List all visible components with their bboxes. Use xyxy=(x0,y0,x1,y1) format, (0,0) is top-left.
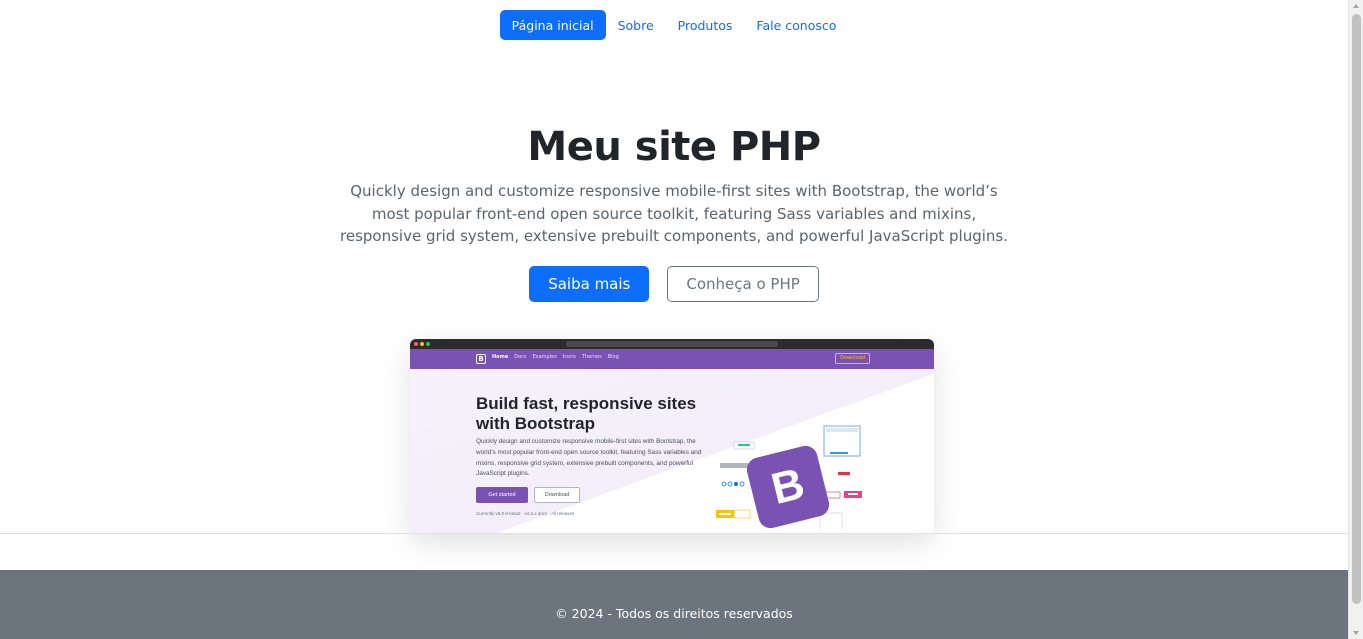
meet-php-button[interactable]: Conheça o PHP xyxy=(667,266,819,302)
bootstrap-logo-illustration: B xyxy=(716,425,862,529)
nav-link-home[interactable]: Página inicial xyxy=(499,10,606,40)
bootstrap-hero: Build fast, responsive sites with Bootst… xyxy=(410,369,934,533)
minimize-dot-icon xyxy=(420,342,424,346)
nav-link-products[interactable]: Produtos xyxy=(666,10,745,40)
scroll-thumb[interactable] xyxy=(1352,14,1361,604)
hero-buttons: Saiba mais Conheça o PHP xyxy=(0,266,1348,302)
bootstrap-menu-item: Docs xyxy=(514,354,527,360)
bootstrap-text: Quickly design and customize responsive … xyxy=(476,438,702,478)
bootstrap-download-link: Download xyxy=(835,353,870,364)
bootstrap-menu-item: Home xyxy=(492,354,509,360)
maximize-dot-icon xyxy=(426,342,430,346)
hero-lead: Quickly design and customize responsive … xyxy=(340,182,1008,245)
bootstrap-menu: Home Docs Examples Icons Themes Blog xyxy=(492,354,619,360)
browser-chrome xyxy=(410,339,934,349)
bootstrap-screenshot-image: B Home Docs Examples Icons Themes Blog D… xyxy=(410,339,934,533)
url-bar xyxy=(566,341,778,347)
footer: © 2024 - Todos os direitos reservados xyxy=(0,570,1348,639)
bootstrap-get-started: Get started xyxy=(476,487,528,503)
hero-title: Meu site PHP xyxy=(527,124,821,170)
vertical-scrollbar[interactable] xyxy=(1348,0,1363,639)
bootstrap-headline: Build fast, responsive sites with Bootst… xyxy=(476,394,697,433)
bootstrap-navbar: B Home Docs Examples Icons Themes Blog D… xyxy=(410,349,934,369)
learn-more-button[interactable]: Saiba mais xyxy=(529,266,650,302)
bootstrap-menu-item: Icons xyxy=(562,354,576,360)
main-nav: Página inicial Sobre Produtos Fale conos… xyxy=(0,10,1348,40)
bootstrap-brand-icon: B xyxy=(476,354,486,364)
bootstrap-download-button: Download xyxy=(534,487,580,503)
bootstrap-menu-item: Examples xyxy=(532,354,557,360)
nav-link-about[interactable]: Sobre xyxy=(606,10,666,40)
nav-link-contact[interactable]: Fale conosco xyxy=(744,10,848,40)
bootstrap-version: Currently v5.0.0-beta2 · v4.6.x docs · A… xyxy=(476,511,575,516)
bootstrap-menu-item: Blog xyxy=(607,354,619,360)
scroll-up-icon[interactable] xyxy=(1353,4,1359,8)
page: Página inicial Sobre Produtos Fale conos… xyxy=(0,0,1348,639)
scroll-down-icon[interactable] xyxy=(1353,631,1359,635)
divider xyxy=(0,533,1348,534)
bootstrap-menu-item: Themes xyxy=(581,354,602,360)
footer-copyright: © 2024 - Todos os direitos reservados xyxy=(555,606,793,621)
close-dot-icon xyxy=(414,342,418,346)
